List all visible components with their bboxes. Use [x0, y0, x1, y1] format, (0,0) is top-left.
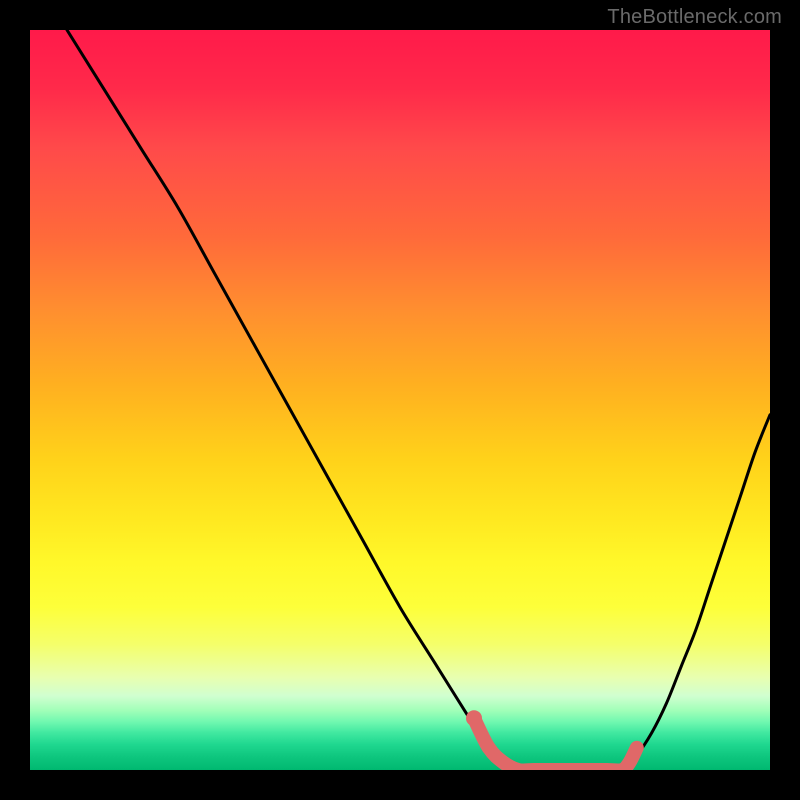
bottleneck-curve	[67, 30, 770, 770]
highlight-dot-2	[482, 741, 496, 755]
plot-area	[30, 30, 770, 770]
curve-left-segment	[67, 30, 518, 770]
optimal-highlight	[466, 710, 637, 770]
chart-container: TheBottleneck.com	[0, 0, 800, 800]
highlight-dot-1	[466, 710, 482, 726]
curve-right-segment	[622, 415, 770, 770]
curve-layer	[30, 30, 770, 770]
watermark-text: TheBottleneck.com	[607, 6, 782, 29]
highlight-stroke	[474, 718, 637, 770]
